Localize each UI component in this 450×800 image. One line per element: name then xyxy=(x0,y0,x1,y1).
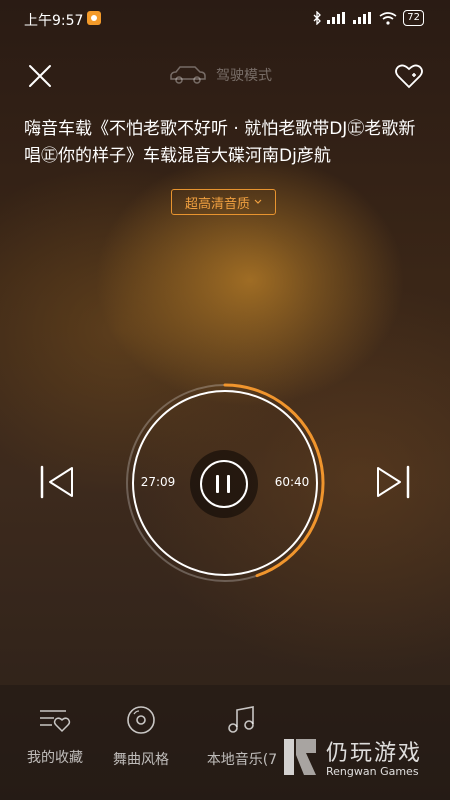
signal-icon-2 xyxy=(353,12,372,24)
skip-next-icon xyxy=(377,465,410,499)
tab-label: 舞曲风格 xyxy=(113,752,169,768)
close-button[interactable] xyxy=(26,62,54,90)
tab-label: 我的收藏 xyxy=(27,750,83,766)
quality-label: 超高清音质 xyxy=(184,196,250,212)
tab-favorites[interactable]: 我的收藏 xyxy=(10,705,100,767)
notification-app-icon xyxy=(87,11,101,25)
tab-label: 本地音乐(7 xyxy=(206,752,278,768)
pause-bar-left xyxy=(216,475,219,493)
pause-icon xyxy=(200,460,248,508)
watermark-logo-icon xyxy=(284,739,316,775)
previous-button[interactable] xyxy=(38,464,78,500)
bluetooth-icon xyxy=(313,11,322,25)
close-icon xyxy=(29,65,51,87)
status-time: 上午9:57 xyxy=(24,13,84,29)
top-bar: 驾驶模式 xyxy=(0,56,450,96)
drive-mode-button[interactable]: 驾驶模式 xyxy=(168,64,272,86)
music-note-icon xyxy=(228,706,254,733)
song-title: 嗨音车载《不怕老歌不好听 · 就怕老歌带DJ㊣老歌新唱㊣你的样子》车载混音大碟河… xyxy=(24,119,416,166)
pause-button[interactable] xyxy=(190,450,258,518)
tab-dance-style[interactable]: 舞曲风格 xyxy=(96,705,186,769)
skip-previous-icon xyxy=(40,465,73,499)
watermark-cn: 仍玩游戏 xyxy=(326,741,423,766)
elapsed-time: 27:09 xyxy=(140,475,176,489)
disc-icon xyxy=(127,706,155,734)
watermark-en: Rengwan Games xyxy=(326,765,419,778)
status-indicators: 72 xyxy=(313,10,424,26)
watermark: 仍玩游戏 Rengwan Games xyxy=(280,735,440,785)
quality-selector[interactable]: 超高清音质 xyxy=(171,189,276,215)
tab-local-music[interactable]: 本地音乐(7 xyxy=(192,705,292,769)
battery-indicator: 72 xyxy=(403,10,424,26)
status-bar: 上午9:57 72 xyxy=(0,0,450,38)
car-icon xyxy=(170,66,206,84)
wifi-icon xyxy=(379,11,397,25)
signal-icon xyxy=(327,12,346,24)
next-button[interactable] xyxy=(372,464,412,500)
favorite-button[interactable] xyxy=(394,62,424,90)
heart-add-icon xyxy=(395,64,423,89)
drive-mode-label: 驾驶模式 xyxy=(216,68,272,84)
total-time: 60:40 xyxy=(274,475,310,489)
favorites-list-icon xyxy=(40,710,71,733)
pause-bar-right xyxy=(227,475,230,493)
chevron-down-icon xyxy=(254,199,262,204)
